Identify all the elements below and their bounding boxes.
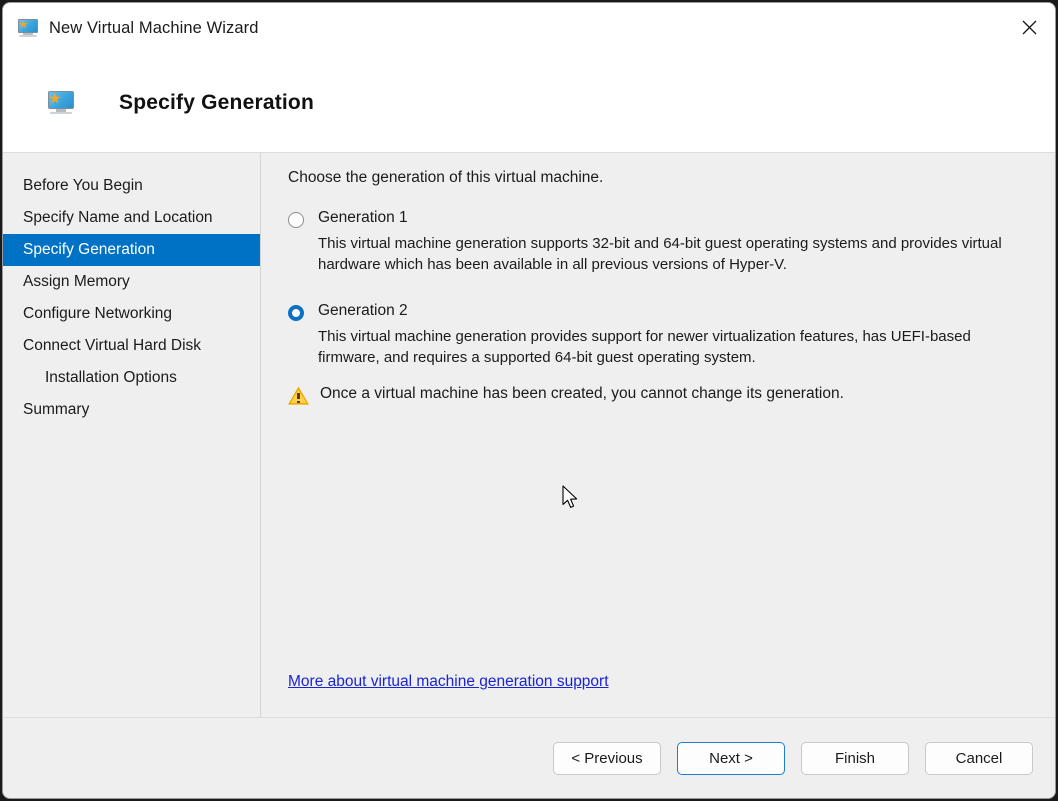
- new-virtual-machine-wizard-window: New Virtual Machine Wizard Specify Gener…: [2, 2, 1056, 799]
- close-button[interactable]: [1003, 3, 1055, 51]
- generation-1-option[interactable]: Generation 1: [288, 209, 1033, 228]
- sidebar-item-configure-networking[interactable]: Configure Networking: [3, 298, 260, 330]
- previous-button[interactable]: < Previous: [553, 741, 661, 775]
- wizard-body: Before You Begin Specify Name and Locati…: [3, 153, 1055, 717]
- wizard-footer: < Previous Next > Finish Cancel: [3, 717, 1055, 798]
- generation-2-description: This virtual machine generation provides…: [318, 327, 971, 366]
- generation-1-radio[interactable]: [288, 212, 304, 228]
- generation-2-radio[interactable]: [288, 304, 304, 321]
- wizard-step-nav: Before You Begin Specify Name and Locati…: [3, 153, 261, 717]
- virtual-machine-monitor-icon: [47, 90, 75, 116]
- generation-2-label[interactable]: Generation 2: [318, 302, 408, 320]
- title-bar: New Virtual Machine Wizard: [3, 3, 1055, 53]
- close-icon: [1022, 20, 1036, 34]
- page-header: Specify Generation: [3, 53, 1055, 153]
- sidebar-item-summary[interactable]: Summary: [3, 394, 260, 426]
- sidebar-item-specify-name-and-location[interactable]: Specify Name and Location: [3, 202, 260, 234]
- more-about-generation-link[interactable]: More about virtual machine generation su…: [288, 673, 609, 691]
- cancel-button[interactable]: Cancel: [925, 741, 1033, 775]
- sidebar-item-assign-memory[interactable]: Assign Memory: [3, 266, 260, 298]
- warning-text: Once a virtual machine has been created,…: [320, 385, 844, 403]
- sidebar-item-connect-virtual-hard-disk[interactable]: Connect Virtual Hard Disk: [3, 330, 260, 362]
- mouse-cursor: [562, 485, 578, 508]
- virtual-machine-monitor-icon: [17, 18, 39, 38]
- instruction-text: Choose the generation of this virtual ma…: [288, 169, 604, 186]
- finish-button[interactable]: Finish: [801, 741, 909, 775]
- sidebar-item-specify-generation[interactable]: Specify Generation: [3, 234, 260, 266]
- page-title: Specify Generation: [119, 90, 314, 114]
- generation-2-option[interactable]: Generation 2: [288, 302, 1033, 321]
- warning-triangle-icon: [288, 386, 309, 405]
- sidebar-item-before-you-begin[interactable]: Before You Begin: [3, 170, 260, 202]
- sidebar-item-installation-options[interactable]: Installation Options: [3, 362, 260, 394]
- window-title: New Virtual Machine Wizard: [49, 18, 259, 37]
- generation-warning: Once a virtual machine has been created,…: [288, 385, 1033, 405]
- generation-1-description: This virtual machine generation supports…: [318, 235, 1002, 274]
- wizard-content-pane: Choose the generation of this virtual ma…: [261, 153, 1055, 717]
- next-button[interactable]: Next >: [677, 741, 785, 775]
- generation-1-label[interactable]: Generation 1: [318, 209, 408, 227]
